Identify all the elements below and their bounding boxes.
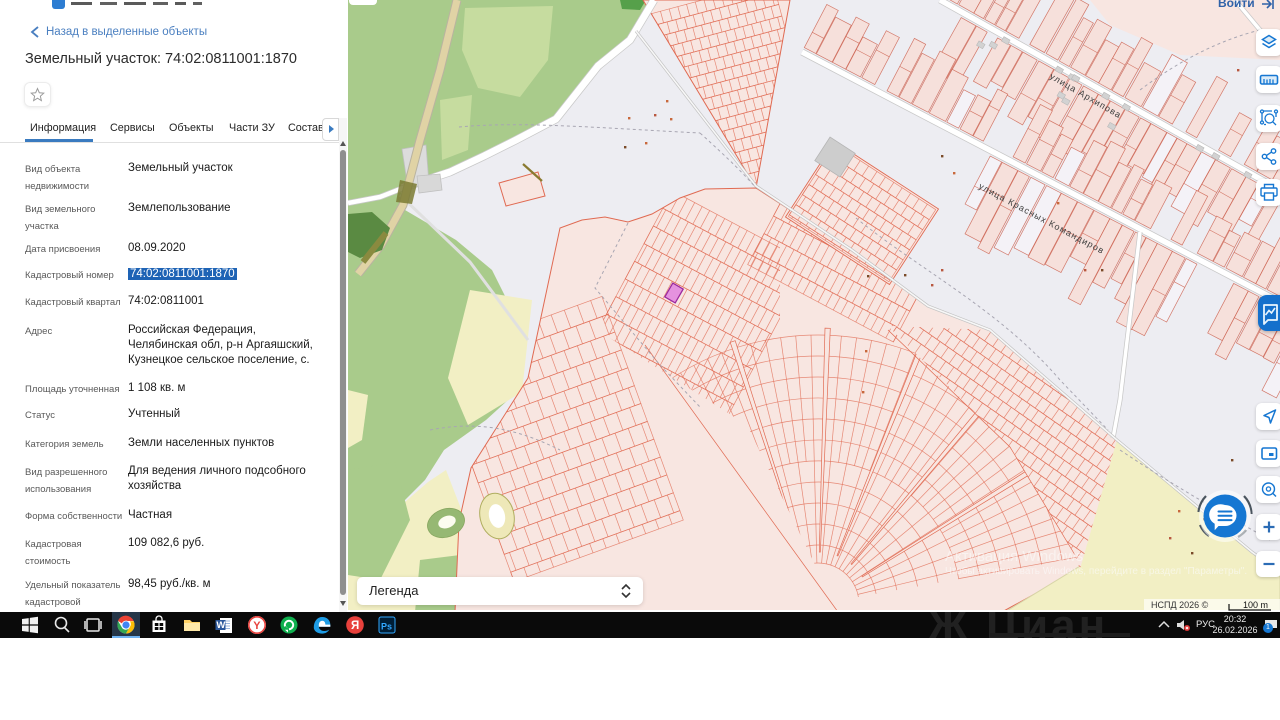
svg-text:Я: Я xyxy=(351,620,359,632)
svg-text:Ps: Ps xyxy=(381,622,392,632)
svg-text:Y: Y xyxy=(253,620,261,632)
svg-text:W: W xyxy=(216,620,225,631)
